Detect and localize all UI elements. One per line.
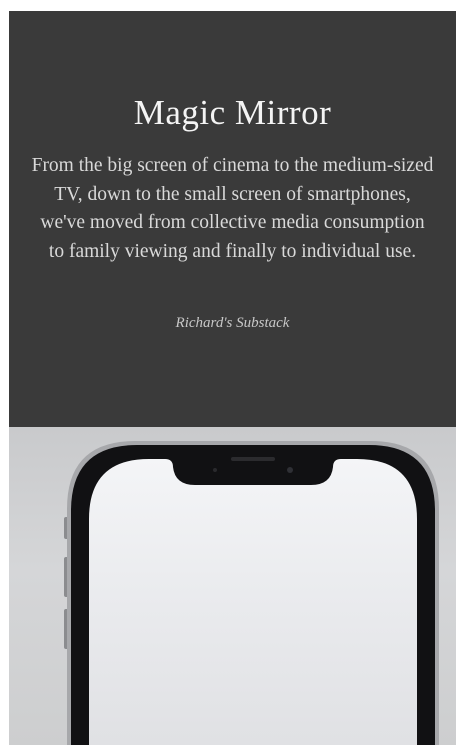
speaker-grille — [231, 457, 275, 461]
front-camera — [287, 467, 293, 473]
quote-card: Magic Mirror From the big screen of cine… — [9, 11, 456, 745]
phone-screen — [89, 459, 417, 745]
sensor-dot — [213, 468, 217, 472]
phone-photo — [9, 427, 456, 745]
card-body-text: From the big screen of cinema to the med… — [31, 155, 434, 262]
smartphone-icon — [64, 441, 439, 745]
page: Magic Mirror From the big screen of cine… — [0, 0, 456, 745]
card-source: Richard's Substack — [175, 315, 290, 331]
card-title: Magic Mirror — [133, 93, 332, 132]
text-panel: Magic Mirror From the big screen of cine… — [9, 11, 456, 427]
